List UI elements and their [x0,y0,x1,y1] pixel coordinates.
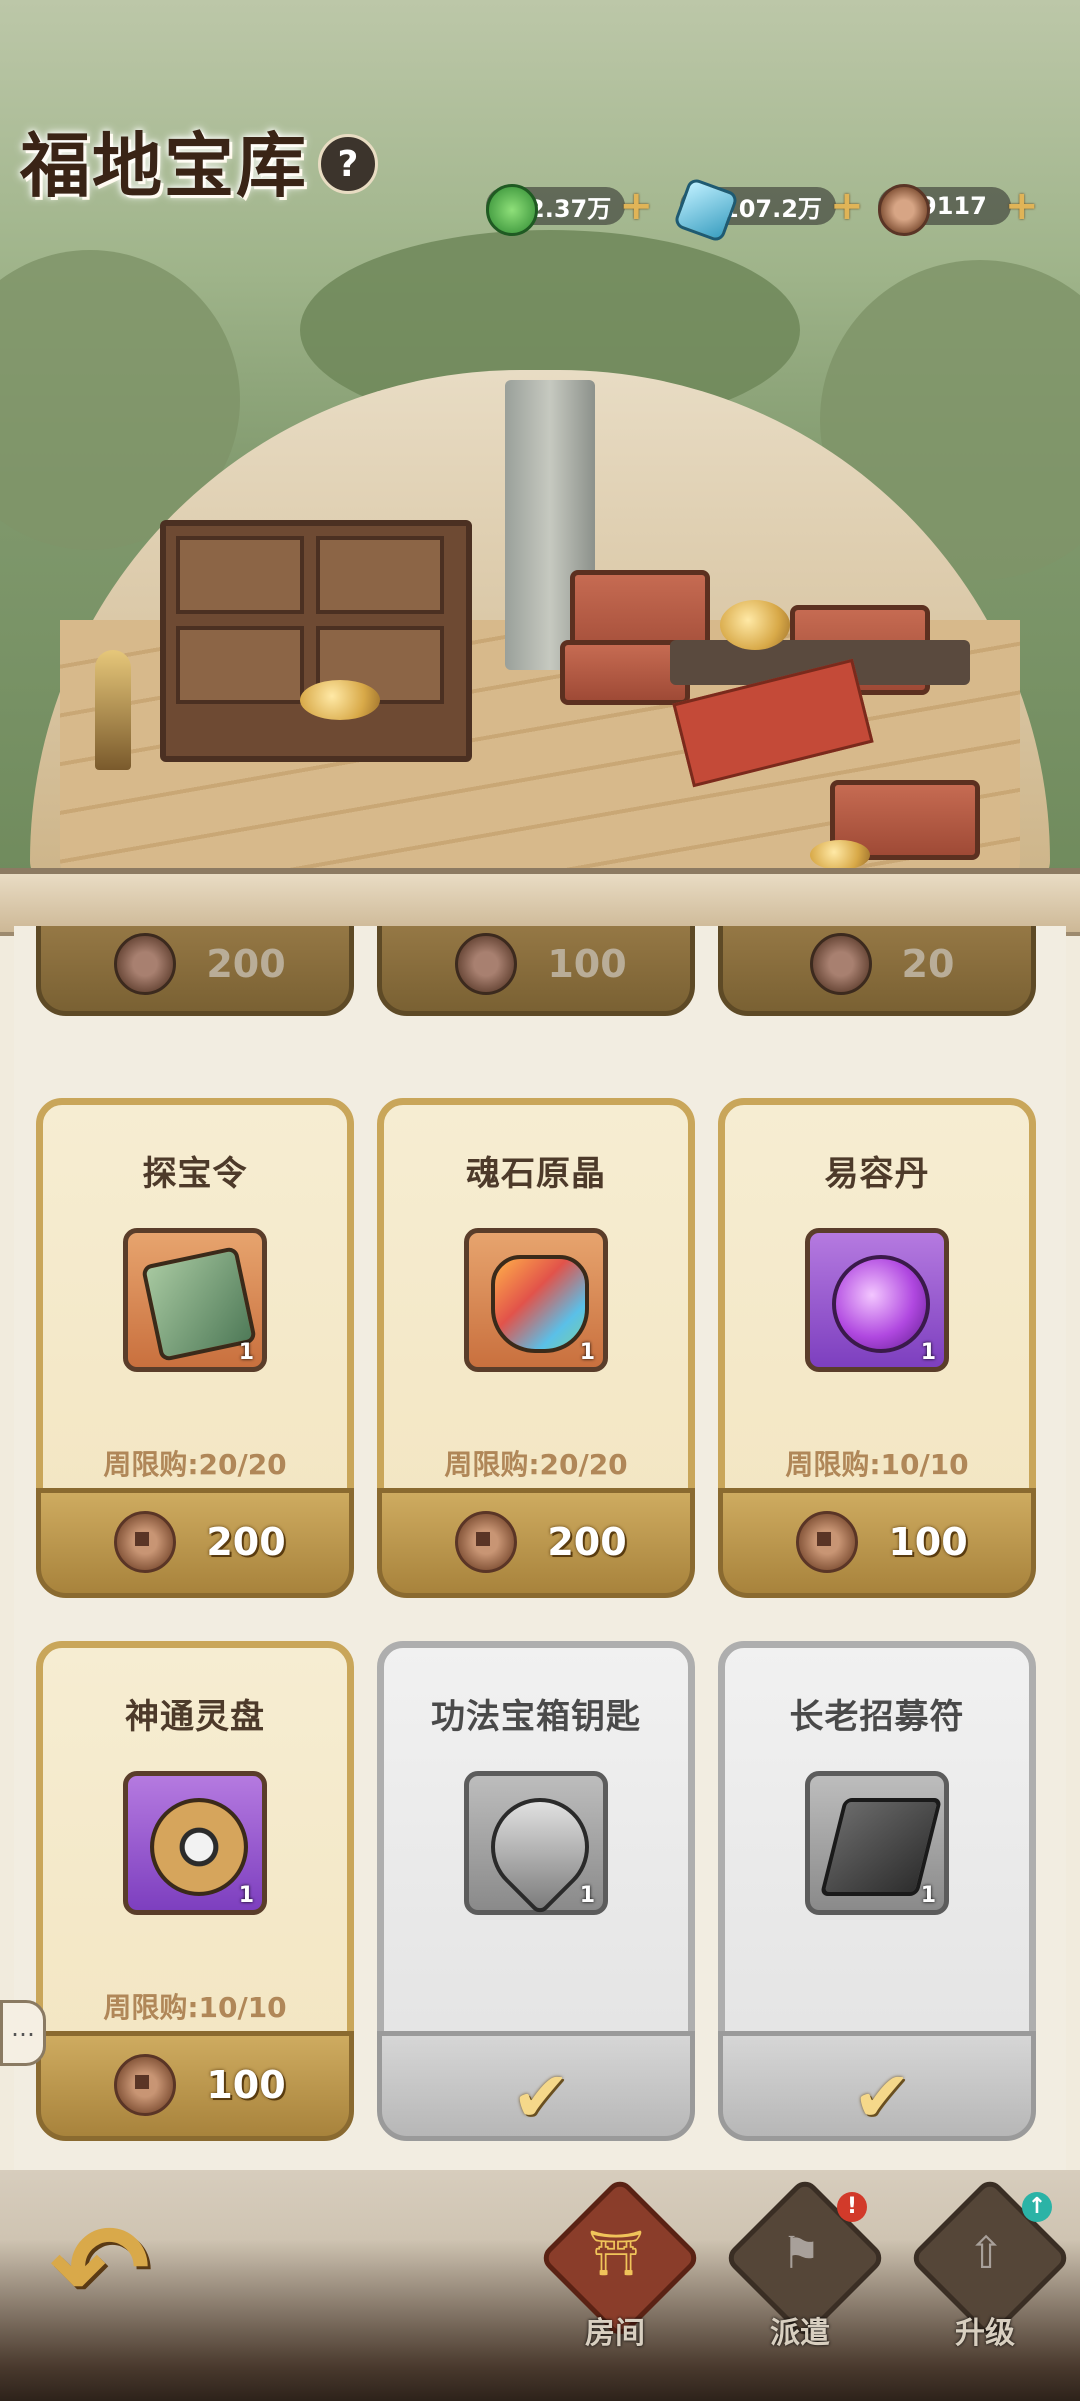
back-button[interactable]: ↶ [30,2200,170,2340]
add-crystal-button[interactable]: + [830,183,864,229]
coin-icon [878,184,930,236]
item-quantity: 1 [238,1883,254,1908]
prev-card-footer[interactable]: 100 [377,926,695,1016]
page-title: 福地宝库 ? [20,110,378,210]
shop-card-divine-disc[interactable]: 神通灵盘 1 周限购:10/10 100 [36,1641,354,2141]
weekly-limit: 周限购:10/10 [785,1448,969,1481]
shop-list[interactable]: 200 100 20 探宝令 1 周限购:20/20 200 魂石原晶 1 周限… [14,926,1066,2171]
check-icon: ✔ [852,2056,912,2138]
sold-out-footer: ✔ [718,2031,1036,2141]
item-icon-frame: 1 [805,1771,949,1915]
tab-label: 升级 [955,2316,1015,2351]
tab-room[interactable]: ⛩ 房间 [537,2175,703,2380]
shop-card-soul-crystal[interactable]: 魂石原晶 1 周限购:20/20 200 [377,1098,695,1598]
item-icon-frame: 1 [123,1228,267,1372]
price-value: 100 [206,2063,286,2107]
coin-icon [809,933,872,995]
gold-pile [720,600,790,650]
resource-value: 9117 [920,192,987,220]
title-text: 福地宝库 [20,123,308,207]
coin-icon [114,933,177,995]
resource-copper-coin: 9117 + [878,182,1039,236]
soul-crystal-icon [491,1255,589,1353]
tab-label: 派遣 [770,2316,830,2351]
shop-card-treasure-token[interactable]: 探宝令 1 周限购:20/20 200 [36,1098,354,1598]
item-icon-frame: 1 [805,1228,949,1372]
item-quantity: 1 [920,1340,936,1365]
resource-spirit-jade: 2.37万 + [486,182,653,236]
tab-dispatch[interactable]: ⚑ 派遣 ! [722,2175,888,2380]
shop-card-disguise-pill[interactable]: 易容丹 1 周限购:10/10 100 [718,1098,1036,1598]
upgrade-badge: ↑ [1022,2192,1052,2222]
prev-card-footer[interactable]: 20 [718,926,1036,1016]
shop-card-skill-chest-key[interactable]: 功法宝箱钥匙 1 ✔ [377,1641,695,2141]
chat-toggle-button[interactable]: … [0,2000,46,2066]
price-value: 200 [547,1520,627,1564]
weekly-limit: 周限购:20/20 [103,1448,287,1481]
item-name: 神通灵盘 [125,1697,265,1737]
dispatch-flag-icon: ⚑ [781,2228,821,2279]
divine-disc-icon [150,1798,248,1896]
resource-value: 2.37万 [528,194,612,223]
tab-upgrade[interactable]: ⇧ 升级 ↑ [907,2175,1073,2380]
treasure-shelf [160,520,472,762]
add-jade-button[interactable]: + [619,183,653,229]
item-icon-frame: 1 [464,1228,608,1372]
weekly-limit: 周限购:10/10 [103,1991,287,2024]
check-icon: ✔ [511,2056,571,2138]
tab-label: 房间 [585,2316,645,2351]
price-value: 200 [206,942,286,986]
item-icon-frame: 1 [464,1771,610,1917]
shop-card-elder-recruit-talisman[interactable]: 长老招募符 1 ✔ [718,1641,1036,2141]
price-value: 200 [206,1520,286,1564]
buy-button[interactable]: 200 [377,1488,695,1598]
gold-pile [300,680,380,720]
jade-icon [486,184,538,236]
item-name: 魂石原晶 [466,1154,606,1194]
weekly-limit: 周限购:20/20 [444,1448,628,1481]
coin-icon [114,1511,177,1573]
buy-button[interactable]: 200 [36,1488,354,1598]
coin-icon [455,933,518,995]
coin-icon [796,1511,859,1573]
room-icon: ⛩ [588,2228,644,2279]
talisman-icon [819,1798,943,1896]
price-value: 100 [547,942,627,986]
price-value: 20 [901,942,955,986]
alert-badge: ! [837,2192,867,2222]
item-name: 功法宝箱钥匙 [431,1697,641,1737]
item-quantity: 1 [579,1883,595,1908]
item-name: 易容丹 [824,1154,930,1194]
resource-spirit-crystal: 107.2万 + [672,176,864,244]
item-quantity: 1 [579,1340,595,1365]
item-icon-frame: 1 [123,1771,267,1915]
add-coin-button[interactable]: + [1005,183,1039,229]
prev-card-footer[interactable]: 200 [36,926,354,1016]
buy-button[interactable]: 100 [718,1488,1036,1598]
gold-pile [810,840,870,870]
item-quantity: 1 [920,1883,936,1908]
coin-icon [114,2054,177,2116]
sold-out-footer: ✔ [377,2031,695,2141]
item-name: 探宝令 [142,1154,248,1194]
item-name: 长老招募符 [789,1697,965,1737]
help-button[interactable]: ? [318,134,378,194]
upgrade-icon: ⇧ [967,2228,1005,2279]
buy-button[interactable]: 100 [36,2031,354,2141]
resource-value: 107.2万 [722,194,822,223]
price-value: 100 [888,1520,968,1564]
coin-icon [455,1511,518,1573]
lamp-icon [95,650,131,770]
item-quantity: 1 [238,1340,254,1365]
disguise-pill-icon [832,1255,930,1353]
